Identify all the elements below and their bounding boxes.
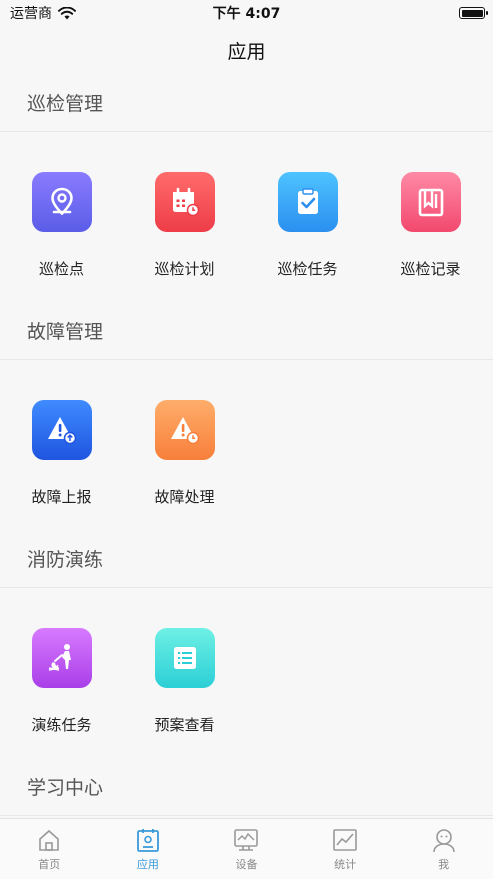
app-grid: 演练任务 预案查看 (0, 588, 493, 758)
tab-label: 应用 (136, 858, 159, 871)
app-item-label: 巡检任务 (277, 260, 338, 278)
icon-tile[interactable] (154, 400, 215, 460)
clipboard-check-icon (297, 188, 318, 214)
warning-upload-icon (47, 417, 76, 445)
battery-icon (459, 7, 488, 19)
icon-tile[interactable] (277, 172, 338, 232)
section-title: 巡检管理 (0, 74, 493, 132)
carrier-label: 运营商 (10, 6, 52, 22)
device-icon (234, 829, 259, 851)
section-title: 学习中心 (0, 758, 493, 816)
app-item-calendar-clock[interactable]: 巡检计划 (123, 172, 246, 302)
app-item-label: 巡检计划 (154, 260, 215, 278)
section-title: 故障管理 (0, 302, 493, 360)
app-grid: 故障上报 故障处理 (0, 360, 493, 530)
app-item-warning-upload[interactable]: 故障上报 (0, 400, 123, 530)
calendar-clock-icon (172, 187, 199, 217)
icon-tile[interactable] (31, 172, 92, 232)
app-item-label: 演练任务 (31, 716, 92, 734)
user-icon (432, 829, 455, 853)
icon-tile[interactable] (400, 172, 461, 232)
chart-icon (333, 829, 357, 851)
app-item-label: 巡检记录 (400, 260, 461, 278)
status-time: 下午 4:07 (212, 6, 281, 22)
tab-chart[interactable]: 统计 (296, 819, 395, 879)
app-item-clipboard-check[interactable]: 巡检任务 (246, 172, 369, 302)
icon-tile[interactable] (154, 628, 215, 688)
app-grid: 巡检点 巡检计划 巡检任务 巡检记录 (0, 132, 493, 302)
plan-document-icon (173, 647, 196, 669)
tab-home[interactable]: 首页 (0, 819, 99, 879)
app-item-fire-drill[interactable]: 演练任务 (0, 628, 123, 758)
icon-tile[interactable] (31, 628, 92, 688)
app-item-label: 预案查看 (154, 716, 215, 734)
app-item-label: 故障处理 (154, 488, 215, 506)
section-title: 消防演练 (0, 530, 493, 588)
app-item-label: 巡检点 (38, 260, 84, 278)
app-item-warning-clock[interactable]: 故障处理 (123, 400, 246, 530)
app-item-location-pin[interactable]: 巡检点 (0, 172, 123, 302)
status-left: 运营商 (10, 3, 76, 23)
icon-tile[interactable] (31, 400, 92, 460)
nav-bar: 应用 (0, 26, 493, 74)
wifi-icon (58, 6, 76, 19)
apps-icon (136, 829, 159, 852)
fire-drill-icon (48, 644, 71, 671)
app-item-label: 故障上报 (31, 488, 92, 506)
tab-label: 我 (438, 858, 450, 871)
home-icon (39, 829, 60, 851)
tab-label: 设备 (235, 858, 258, 871)
app-item-record-book[interactable]: 巡检记录 (369, 172, 492, 302)
tab-bar: 首页 应用 设备 统计 我 (0, 818, 493, 879)
app-grid-content[interactable]: 巡检管理巡检点 巡检计划 巡检任务 巡检记录故障管理故障上报 故障处理消防演练演练任务 预… (0, 74, 493, 818)
warning-clock-icon (170, 417, 199, 445)
app-item-plan-document[interactable]: 预案查看 (123, 628, 246, 758)
status-bar: 运营商 下午 4:07 (0, 0, 493, 26)
icon-tile[interactable] (154, 172, 215, 232)
tab-user[interactable]: 我 (394, 819, 493, 879)
tab-label: 统计 (334, 858, 357, 871)
tab-device[interactable]: 设备 (197, 819, 296, 879)
location-pin-icon (50, 187, 73, 216)
record-book-icon (418, 188, 443, 217)
tab-apps[interactable]: 应用 (99, 819, 198, 879)
tab-label: 首页 (38, 858, 61, 871)
page-title: 应用 (227, 40, 266, 63)
